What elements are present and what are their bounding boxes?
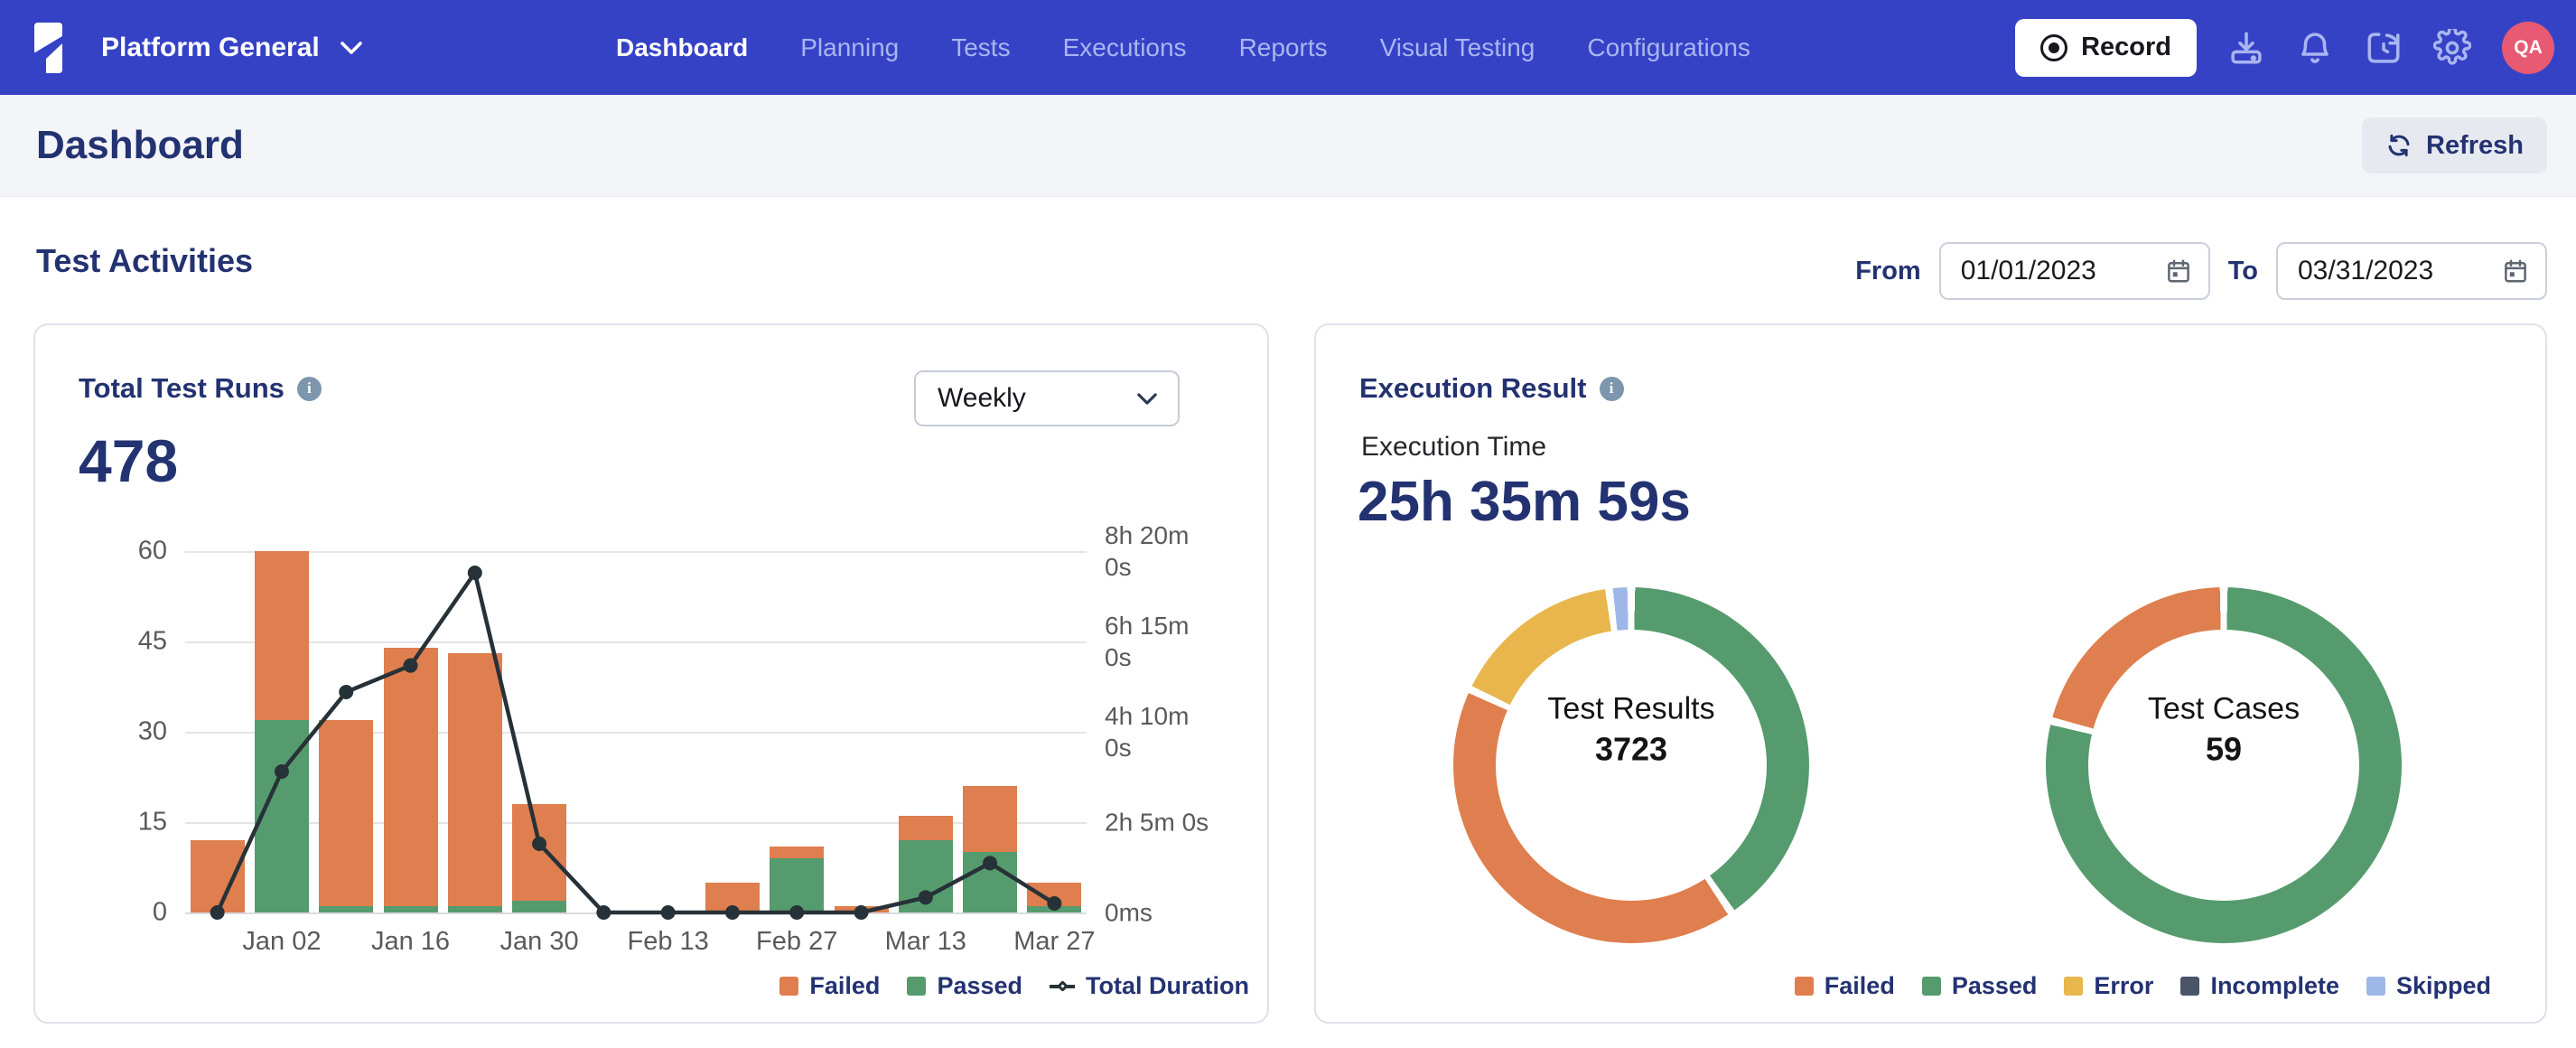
interval-select[interactable]: Weekly — [914, 370, 1180, 426]
record-button[interactable]: Record — [2015, 19, 2197, 77]
y-axis-tick: 45 — [88, 627, 167, 657]
nav-item-planning[interactable]: Planning — [800, 33, 899, 62]
legend-item-skipped[interactable]: Skipped — [2366, 972, 2491, 1000]
x-axis-tick: Mar 27 — [1013, 927, 1095, 957]
test-results-donut-label: Test Results 3723 — [1547, 691, 1714, 768]
settings-gear-icon[interactable] — [2433, 29, 2471, 67]
nav-item-visual-testing[interactable]: Visual Testing — [1380, 33, 1535, 62]
section-title-test-activities: Test Activities — [36, 242, 253, 280]
test-cases-donut: Test Cases 59 — [2046, 587, 2402, 943]
x-axis-tick: Jan 30 — [500, 927, 579, 957]
legend-item-passed[interactable]: Passed — [907, 972, 1022, 1000]
top-navbar: Platform General Dashboard Planning Test… — [0, 0, 2576, 95]
passed-swatch — [1922, 977, 1941, 996]
legend-item-error[interactable]: Error — [2064, 972, 2153, 1000]
card-title-execution-result: Execution Result — [1359, 372, 1624, 405]
failed-swatch — [779, 977, 798, 996]
x-axis-tick: Jan 16 — [371, 927, 450, 957]
total-duration-line — [185, 551, 1087, 912]
to-label: To — [2228, 257, 2258, 286]
total-test-runs-value: 478 — [79, 426, 178, 495]
download-agent-icon[interactable] — [2227, 29, 2265, 67]
info-icon[interactable] — [297, 377, 322, 401]
nav-item-reports[interactable]: Reports — [1239, 33, 1328, 62]
page-title: Dashboard — [36, 123, 244, 168]
notifications-bell-icon[interactable] — [2296, 29, 2334, 67]
legend-item-failed[interactable]: Failed — [1795, 972, 1895, 1000]
passed-swatch — [907, 977, 926, 996]
right-axis-tick: 4h 10m 0s — [1105, 700, 1222, 763]
execution-result-card: Execution Result Execution Time 25h 35m … — [1314, 323, 2547, 1024]
y-axis-tick: 60 — [88, 537, 167, 566]
from-date-input[interactable]: 01/01/2023 — [1939, 242, 2210, 300]
y-axis-tick: 15 — [88, 808, 167, 837]
right-axis-tick: 2h 5m 0s — [1105, 807, 1209, 838]
to-date-input[interactable]: 03/31/2023 — [2276, 242, 2547, 300]
failed-swatch — [1795, 977, 1814, 996]
nav-item-configurations[interactable]: Configurations — [1587, 33, 1750, 62]
incomplete-swatch — [2180, 977, 2199, 996]
error-swatch — [2064, 977, 2083, 996]
legend-item-passed[interactable]: Passed — [1922, 972, 2038, 1000]
y-axis-tick: 0 — [88, 898, 167, 928]
nav-item-executions[interactable]: Executions — [1063, 33, 1187, 62]
x-axis-tick: Feb 27 — [756, 927, 837, 957]
navbar-actions: Record QA — [2015, 0, 2554, 95]
info-icon[interactable] — [1600, 377, 1624, 401]
history-icon[interactable] — [2365, 29, 2403, 67]
legend-item-incomplete[interactable]: Incomplete — [2180, 972, 2339, 1000]
total-test-runs-card: Total Test Runs Weekly 478 015304560 Jan… — [33, 323, 1269, 1024]
page-header: Dashboard Refresh — [0, 95, 2576, 197]
x-axis-tick: Mar 13 — [885, 927, 966, 957]
duration-line-marker — [1050, 977, 1075, 996]
execution-time-label: Execution Time — [1361, 432, 1546, 463]
right-axis-tick: 6h 15m 0s — [1105, 610, 1222, 673]
project-name: Platform General — [101, 33, 320, 63]
record-icon — [2040, 34, 2067, 61]
card-title-total-test-runs: Total Test Runs — [79, 372, 322, 405]
chevron-down-icon — [340, 41, 363, 55]
test-runs-legend: Failed Passed Total Duration — [779, 972, 1249, 1000]
project-switcher[interactable]: Platform General — [101, 0, 363, 95]
refresh-icon — [2385, 132, 2413, 159]
main-nav: Dashboard Planning Tests Executions Repo… — [616, 0, 1750, 95]
right-axis-labels: 0ms2h 5m 0s4h 10m 0s6h 15m 0s8h 20m 0s — [1105, 551, 1222, 912]
test-cases-donut-label: Test Cases 59 — [2148, 691, 2300, 768]
calendar-icon[interactable] — [2502, 257, 2529, 285]
execution-result-legend: Failed Passed Error Incomplete Skipped — [1795, 972, 2491, 1000]
execution-time-value: 25h 35m 59s — [1358, 470, 1691, 534]
right-axis-tick: 8h 20m 0s — [1105, 519, 1222, 583]
nav-item-tests[interactable]: Tests — [951, 33, 1010, 62]
date-range-filter: From 01/01/2023 To 03/31/2023 — [1855, 242, 2547, 300]
user-avatar[interactable]: QA — [2502, 22, 2554, 74]
test-results-donut: Test Results 3723 — [1453, 587, 1809, 943]
x-axis-tick: Jan 02 — [242, 927, 321, 957]
from-label: From — [1855, 257, 1921, 286]
x-axis-tick: Feb 13 — [627, 927, 708, 957]
x-axis-labels: Jan 02Jan 16Jan 30Feb 13Feb 27Mar 13Mar … — [185, 927, 1087, 963]
test-runs-chart-plot: 015304560 — [185, 551, 1087, 912]
chevron-down-icon — [1136, 392, 1158, 406]
calendar-icon[interactable] — [2165, 257, 2192, 285]
legend-item-failed[interactable]: Failed — [779, 972, 880, 1000]
nav-item-dashboard[interactable]: Dashboard — [616, 33, 748, 62]
skipped-swatch — [2366, 977, 2385, 996]
katalon-logo — [34, 22, 65, 74]
refresh-button[interactable]: Refresh — [2362, 117, 2547, 173]
right-axis-tick: 0ms — [1105, 897, 1153, 929]
y-axis-tick: 30 — [88, 717, 167, 747]
legend-item-total-duration[interactable]: Total Duration — [1050, 972, 1249, 1000]
